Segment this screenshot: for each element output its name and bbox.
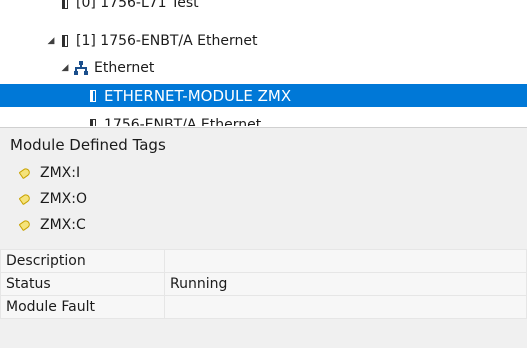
- quick-view-panel: Module Defined Tags ZMX:I ZMX:O ZMX:C De…: [0, 127, 527, 348]
- tag-icon: [20, 220, 34, 230]
- tree-item-enbt-secondary[interactable]: 1756-ENBT/A Ethernet: [0, 113, 527, 126]
- tree-item-label: 1756-ENBT/A Ethernet: [104, 116, 262, 127]
- property-value: Running: [164, 272, 527, 296]
- property-value: [164, 295, 527, 319]
- module-icon: [60, 34, 70, 48]
- property-row: Description: [0, 249, 527, 273]
- tag-label: ZMX:O: [40, 191, 87, 207]
- property-key: Module Fault: [0, 295, 165, 319]
- module-icon: [88, 89, 98, 103]
- tree-item-controller[interactable]: [0] 1756-L71 Test: [0, 0, 527, 14]
- properties-table: Description Status Running Module Fault: [0, 249, 527, 319]
- collapse-caret-icon[interactable]: ◢: [46, 36, 56, 46]
- tree-item-label: [0] 1756-L71 Test: [76, 0, 199, 11]
- tree-item-label: Ethernet: [94, 59, 155, 76]
- tag-label: ZMX:I: [40, 165, 81, 181]
- tag-item[interactable]: ZMX:I: [20, 162, 80, 184]
- module-icon: [88, 118, 98, 126]
- collapse-caret-icon[interactable]: ◢: [60, 63, 70, 73]
- controller-organizer-tree: [0] 1756-L71 Test ◢ [1] 1756-ENBT/A Ethe…: [0, 0, 527, 126]
- tree-item-enbt[interactable]: ◢ [1] 1756-ENBT/A Ethernet: [0, 29, 527, 52]
- tag-item[interactable]: ZMX:C: [20, 214, 86, 236]
- property-row: Module Fault: [0, 295, 527, 319]
- network-icon: [74, 60, 88, 75]
- tree-item-label: ETHERNET-MODULE ZMX: [104, 86, 292, 105]
- controller-icon: [60, 0, 70, 10]
- property-key: Description: [0, 249, 165, 273]
- tag-label: ZMX:C: [40, 217, 86, 233]
- property-key: Status: [0, 272, 165, 296]
- section-title: Module Defined Tags: [10, 136, 166, 154]
- tree-item-label: [1] 1756-ENBT/A Ethernet: [76, 32, 258, 49]
- tag-icon: [20, 194, 34, 204]
- tag-item[interactable]: ZMX:O: [20, 188, 87, 210]
- tree-item-ethernet-module-zmx[interactable]: ETHERNET-MODULE ZMX: [0, 84, 527, 107]
- property-value: [164, 249, 527, 273]
- property-row: Status Running: [0, 272, 527, 296]
- tree-item-ethernet-network[interactable]: ◢ Ethernet: [0, 56, 527, 79]
- tag-icon: [20, 168, 34, 178]
